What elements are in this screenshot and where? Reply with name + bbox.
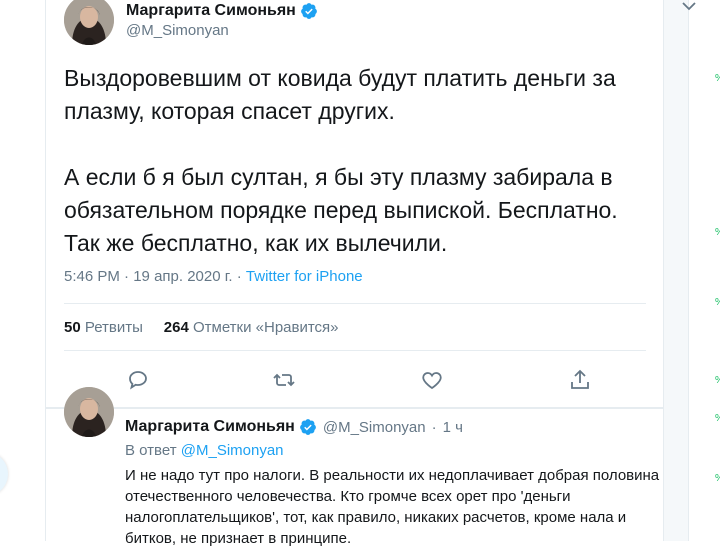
verified-badge-icon: [299, 418, 317, 436]
tweet-stats: 50 Ретвиты 264 Отметки «Нравится»: [64, 319, 339, 336]
likes-stat[interactable]: 264 Отметки «Нравится»: [164, 319, 339, 336]
tweet-source-link[interactable]: Twitter for iPhone: [246, 268, 363, 285]
author-handle[interactable]: @M_Simonyan: [323, 419, 426, 436]
divider: [64, 303, 646, 304]
avatar[interactable]: [64, 387, 114, 437]
reply-to-label: В ответ: [125, 442, 177, 459]
chevron-down-icon[interactable]: [680, 0, 698, 14]
reply-context: В ответ @M_Simonyan: [125, 442, 284, 459]
likes-count: 264: [163, 319, 189, 336]
avatar[interactable]: [64, 0, 114, 45]
trend-indicator-icon: %: [715, 474, 720, 484]
reply-text: И не надо тут про налоги. В реальности и…: [125, 467, 660, 547]
trend-indicator-icon: %: [715, 376, 720, 386]
trend-indicator-icon: %: [715, 228, 720, 238]
trend-indicator-icon: %: [715, 298, 720, 308]
trend-indicator-icon: %: [715, 74, 720, 84]
author-name[interactable]: Маргарита Симоньян: [126, 2, 296, 20]
author-handle[interactable]: @M_Simonyan: [126, 22, 229, 39]
reply-author-row: Маргарита Симоньян @M_Simonyan · 1 ч: [125, 418, 463, 436]
retweets-count: 50: [64, 319, 81, 336]
author-name[interactable]: Маргарита Симоньян: [125, 418, 295, 436]
retweets-label: Ретвиты: [84, 319, 143, 336]
share-icon[interactable]: [568, 368, 594, 394]
likes-label: Отметки «Нравится»: [192, 319, 339, 336]
reply-time[interactable]: 1 ч: [443, 419, 463, 436]
divider: [64, 350, 646, 351]
retweets-stat[interactable]: 50 Ретвиты: [64, 319, 143, 336]
meta-separator: ·: [431, 418, 437, 436]
tweet-text: Выздоровевшим от ковида будут платить де…: [64, 65, 618, 256]
tweet-time[interactable]: 5:46 PM: [64, 268, 120, 285]
retweet-icon[interactable]: [272, 368, 298, 394]
divider: [46, 407, 663, 409]
meta-separator: ·: [124, 268, 130, 285]
scroll-edge-button[interactable]: [0, 452, 8, 496]
tweet-meta: 5:46 PM · 19 апр. 2020 г. · Twitter for …: [64, 268, 363, 285]
author-name-row: Маргарита Симоньян: [126, 2, 318, 20]
like-icon[interactable]: [420, 368, 446, 394]
left-panel: [0, 0, 44, 541]
trend-indicator-icon: %: [715, 414, 720, 424]
meta-separator: ·: [236, 268, 242, 285]
tweet-thread: Маргарита Симоньян @M_Simonyan Выздорове…: [45, 0, 696, 547]
tweet-date[interactable]: 19 апр. 2020 г.: [133, 268, 232, 285]
reply-to-handle[interactable]: @M_Simonyan: [181, 442, 284, 459]
reply-icon[interactable]: [126, 368, 152, 394]
verified-badge-icon: [300, 2, 318, 20]
